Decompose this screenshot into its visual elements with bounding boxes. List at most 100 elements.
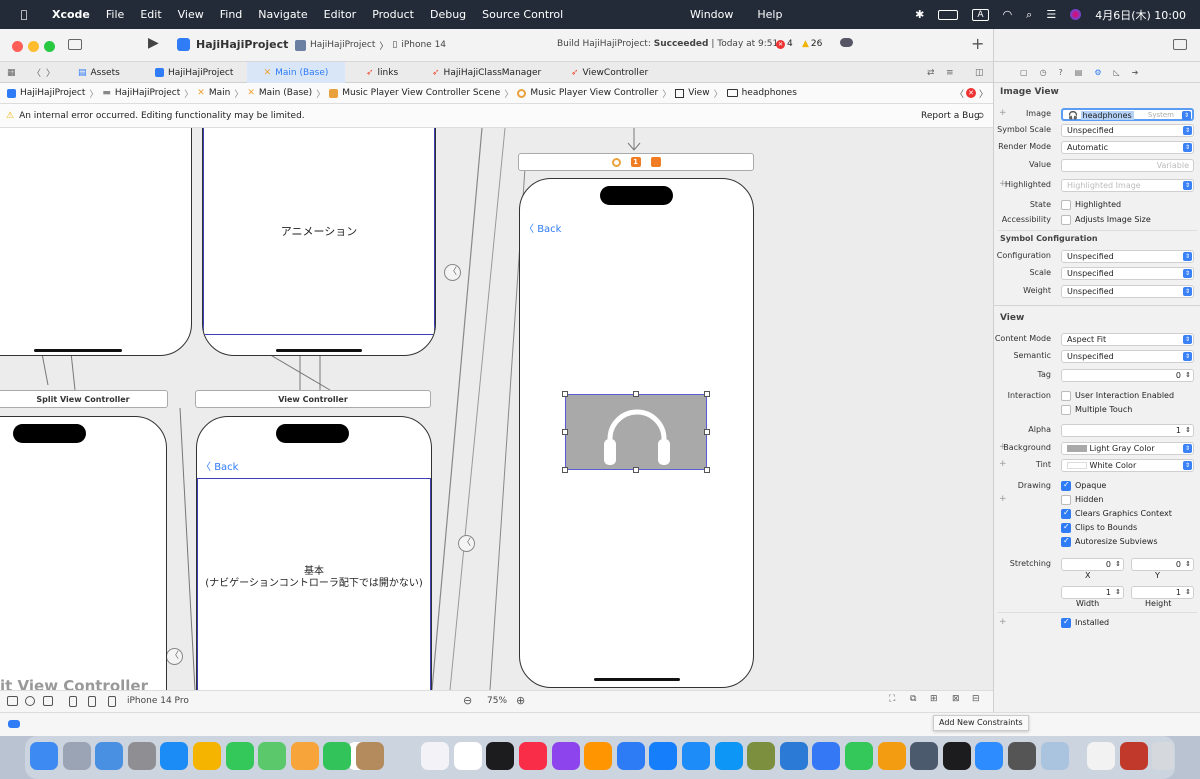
terminal-icon[interactable] [942,742,971,770]
bluetooth-icon[interactable]: ✱ [915,8,924,21]
pages-icon[interactable] [877,742,906,770]
xcode-icon[interactable] [616,742,645,770]
split-view-phone[interactable] [0,416,167,690]
image-combo-box[interactable]: 🎧 headphones System ⇕ [1061,108,1194,121]
breadcrumb-item[interactable]: HajiHajiProject [115,88,180,98]
exit-icon[interactable] [650,157,661,167]
weight-popup[interactable]: Unspecified ⇕ [1061,285,1194,298]
value-field[interactable]: Variable [1061,159,1194,172]
configuration-popup[interactable]: Unspecified ⇕ [1061,250,1194,263]
hidden-checkbox[interactable] [1061,495,1071,505]
error-icon[interactable]: ✕ [966,88,976,98]
highlighted-checkbox[interactable] [1061,200,1071,210]
cloud-icon[interactable] [840,38,853,47]
segue-icon[interactable]: 〈 [166,648,183,665]
zoom-in-icon[interactable]: ⊕ [516,694,525,707]
chevron-right-icon[interactable]: 〉 [979,87,988,100]
scale-popup[interactable]: Unspecified ⇕ [1061,267,1194,280]
resize-handle[interactable] [562,467,568,473]
size-inspector-icon[interactable]: ◺ [1114,68,1120,77]
simulator-icon[interactable] [649,742,678,770]
navigator-toggle-icon[interactable] [68,39,82,50]
resize-handle[interactable] [704,391,710,397]
menu-view[interactable]: View [178,8,204,21]
tab-class-manager[interactable]: ➶ HajiHajiClassManager [432,62,541,83]
attributes-inspector-icon[interactable]: ⚙ [1094,68,1101,77]
back-button[interactable]: 〈 Back [201,458,238,473]
content-mode-popup[interactable]: Aspect Fit ⇕ [1061,333,1194,346]
safari-icon[interactable] [160,742,189,770]
tab-view-controller[interactable]: ➶ ViewController [571,62,648,83]
history-icon[interactable]: ◷ [1040,68,1047,77]
stepper-icon[interactable]: ⇕ [1185,425,1191,436]
control-center-icon[interactable]: ☰ [1046,8,1056,21]
breadcrumb-item[interactable]: Music Player View Controller Scene [342,88,500,98]
add-variation-icon[interactable]: + [999,494,1007,504]
update-frames-icon[interactable]: ⛶ [889,694,895,704]
resize-handle[interactable] [633,467,639,473]
mail-icon[interactable] [95,742,124,770]
resize-handle[interactable] [562,391,568,397]
breadcrumb-item[interactable]: HajiHajiProject [20,88,85,98]
menu-clock[interactable]: 4月6日(木) 10:00 [1095,7,1186,23]
notes-icon[interactable] [421,742,450,770]
tint-color-popup[interactable]: White Color ⇕ [1061,459,1194,472]
tab-links[interactable]: ➶ links [366,62,398,83]
add-icon[interactable]: + [971,34,984,53]
numbers-icon[interactable] [845,742,873,770]
menu-edit[interactable]: Edit [140,8,161,21]
run-button[interactable]: ▶ [148,35,159,51]
menu-navigate[interactable]: Navigate [258,8,307,21]
keynote-icon[interactable] [812,742,841,770]
adjusts-image-size-checkbox[interactable] [1061,215,1071,225]
chevron-right-icon[interactable]: 〉 [46,62,55,83]
zoom-window-button[interactable] [44,41,55,52]
breadcrumb-item[interactable]: View [688,88,709,98]
chevron-left-icon[interactable]: 〈 [32,62,41,83]
launchpad-icon[interactable] [62,742,91,770]
highlighted-image-combo[interactable]: Highlighted Image ⇕ [1061,179,1194,192]
file-inspector-icon[interactable]: ▢ [1020,68,1028,77]
device-selector-icon[interactable] [108,696,116,707]
add-variation-icon[interactable]: + [999,459,1007,469]
split-view-controller-bar[interactable]: Split View Controller [0,390,168,408]
resolve-issues-icon[interactable]: ⊠ [952,694,960,704]
breadcrumb-item[interactable]: Music Player View Controller [530,88,658,98]
storyboard-canvas[interactable]: 〈 〈 〈 アニメーション Split View Controller View… [0,128,993,690]
stretch-y-field[interactable]: 0 ⇕ [1131,558,1194,571]
warning-count[interactable]: ▲ 26 [802,39,822,49]
add-variation-icon[interactable]: + [999,617,1007,627]
resize-handle[interactable] [704,429,710,435]
tag-stepper[interactable]: 0 ⇕ [1061,369,1194,382]
textedit-icon[interactable] [1087,742,1116,770]
background-color-popup[interactable]: Light Gray Color ⇕ [1061,442,1194,455]
connections-inspector-icon[interactable]: ➔ [1132,68,1139,77]
semantic-popup[interactable]: Unspecified ⇕ [1061,350,1194,363]
animation-label[interactable]: アニメーション [203,223,435,239]
view-controller-bar[interactable]: View Controller [195,390,431,408]
first-responder-icon[interactable]: 1 [630,157,641,167]
music-icon[interactable] [519,742,547,770]
back-button[interactable]: 〈 Back [524,220,561,235]
menu-debug[interactable]: Debug [430,8,466,21]
stepper-icon[interactable]: ⇕ [1115,559,1121,570]
messages-icon[interactable] [225,742,254,770]
stepper-icon[interactable]: ⇕ [1185,559,1191,570]
appstore-icon[interactable] [682,742,710,770]
orientation-icon[interactable] [43,696,53,706]
debug-toggle-icon[interactable] [8,720,20,728]
music-player-scene-bar[interactable]: 1 [518,153,754,171]
arrow-circle-icon[interactable]: ➲ [977,111,985,121]
render-mode-popup[interactable]: Automatic ⇕ [1061,141,1194,154]
menu-source-control[interactable]: Source Control [482,8,563,21]
grid-icon[interactable]: ▦ [7,62,16,83]
tab-project[interactable]: HajiHajiProject [155,62,233,83]
menu-app-name[interactable]: Xcode [52,8,90,21]
report-bug-link[interactable]: Report a Bug [921,111,980,121]
installed-checkbox[interactable] [1061,617,1071,628]
script-icon[interactable] [747,742,776,770]
menu-product[interactable]: Product [372,8,414,21]
menu-help[interactable]: Help [757,8,782,21]
reminders-icon[interactable] [453,742,482,770]
tab-assets[interactable]: ▤ Assets [78,62,120,83]
